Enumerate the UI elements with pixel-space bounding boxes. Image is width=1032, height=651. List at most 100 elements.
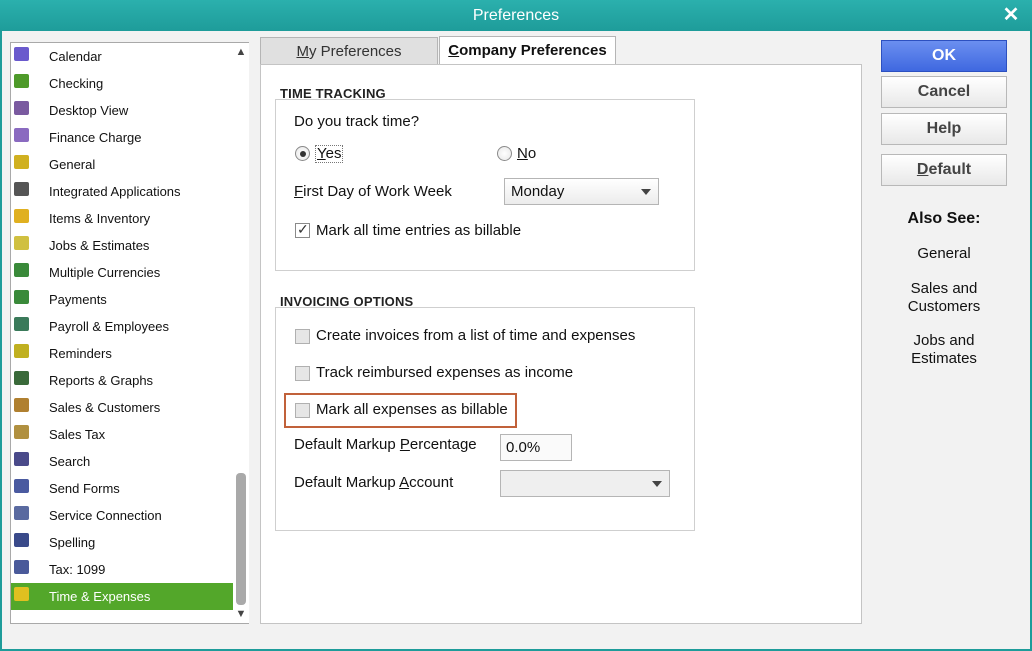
reminders-icon <box>14 344 29 358</box>
inventory-icon <box>14 209 29 223</box>
no-radio-label[interactable]: No <box>517 145 536 162</box>
also-see-heading: Also See: <box>907 210 981 227</box>
title-bar: Preferences ✕ <box>0 0 1032 31</box>
sidebar-item[interactable]: Desktop View <box>11 97 233 124</box>
sidebar-item[interactable]: Tax: 1099 <box>11 556 233 583</box>
yes-radio[interactable] <box>295 146 310 161</box>
sidebar-item-label: Reminders <box>49 346 112 361</box>
create-invoices-label[interactable]: Create invoices from a list of time and … <box>316 327 635 344</box>
category-list-items: Calendar Checking Desktop View Finance Char… <box>11 43 233 623</box>
mark-time-billable-checkbox[interactable] <box>295 221 310 238</box>
also-see-jobs-estimates-link[interactable]: Jobs and Estimates <box>881 332 1007 368</box>
sidebar-item[interactable]: Integrated Applications <box>11 178 233 205</box>
sidebar-item[interactable]: Sales Tax <box>11 421 233 448</box>
sidebar-item[interactable]: Search <box>11 448 233 475</box>
default-mnemonic: D <box>916 161 929 178</box>
sidebar-item[interactable]: Time & Expenses <box>11 583 233 610</box>
sidebar-item[interactable]: Send Forms <box>11 475 233 502</box>
sidebar-item-label: General <box>49 157 96 172</box>
first-day-label: First Day of Work Week <box>294 183 452 200</box>
sidebar-item-label: Reports & Graphs <box>49 373 154 388</box>
tab-my-mnemonic: M <box>296 43 309 60</box>
help-button[interactable]: Help <box>881 113 1007 145</box>
chevron-down-icon <box>652 481 662 487</box>
also-see-sales-customers-link[interactable]: Sales and Customers <box>881 280 1007 316</box>
scroll-down-arrow-icon[interactable]: ▼ <box>235 607 247 621</box>
window-title: Preferences <box>472 7 560 24</box>
scroll-thumb[interactable] <box>236 473 246 605</box>
sidebar-item[interactable]: Checking <box>11 70 233 97</box>
track-reimbursed-checkbox[interactable] <box>295 366 310 381</box>
sidebar-item[interactable]: Finance Charge <box>11 124 233 151</box>
create-invoices-checkbox[interactable] <box>295 329 310 344</box>
also-see-jobs-line1: Jobs and <box>913 332 975 349</box>
sidebar-item[interactable]: Spelling <box>11 529 233 556</box>
markup-acct-text-a: Default Markup <box>294 474 400 491</box>
yes-radio-label[interactable]: Yes <box>315 145 344 163</box>
sidebar-item[interactable]: Sales & Customers <box>11 394 233 421</box>
markup-pct-mnemonic: P <box>399 436 410 453</box>
first-day-mnemonic: F <box>294 183 304 200</box>
cancel-button[interactable]: Cancel <box>881 76 1007 108</box>
scroll-up-arrow-icon[interactable]: ▲ <box>235 45 247 59</box>
sidebar-item-label: Checking <box>49 76 104 91</box>
close-icon[interactable]: ✕ <box>1000 4 1022 26</box>
sidebar-item[interactable]: Calendar <box>11 43 233 70</box>
jobs-icon <box>14 236 29 250</box>
sidebar-item[interactable]: Payroll & Employees <box>11 313 233 340</box>
sidebar-item-label: Time & Expenses <box>49 589 151 604</box>
sidebar-item[interactable]: Items & Inventory <box>11 205 233 232</box>
markup-account-label: Default Markup Account <box>294 474 453 491</box>
sidebar-item[interactable]: Payments <box>11 286 233 313</box>
also-see-jobs-line2: Estimates <box>911 350 977 367</box>
sidebar-item[interactable]: General <box>11 151 233 178</box>
preferences-category-list: Calendar Checking Desktop View Finance Char… <box>10 42 249 624</box>
send-forms-icon <box>14 479 29 493</box>
sidebar-item[interactable]: Reports & Graphs <box>11 367 233 394</box>
sidebar-item-label: Service Connection <box>49 508 162 523</box>
sidebar-item[interactable]: Multiple Currencies <box>11 259 233 286</box>
general-icon <box>14 155 29 169</box>
first-day-label-text: irst Day of Work Week <box>303 183 452 200</box>
calendar-icon <box>14 47 29 61</box>
markup-acct-mnemonic: A <box>399 474 410 491</box>
mark-expenses-billable-checkbox[interactable] <box>295 403 310 418</box>
yes-label-text: es <box>325 145 342 162</box>
sidebar-item-label: Items & Inventory <box>49 211 151 226</box>
tab-company-label: ompany Preferences <box>459 42 607 59</box>
sidebar-scrollbar[interactable]: ▲ ▼ <box>233 43 249 623</box>
first-day-dropdown[interactable]: Monday <box>504 178 659 205</box>
ok-button[interactable]: OK <box>881 40 1007 72</box>
chevron-down-icon <box>641 189 651 195</box>
sidebar-item[interactable]: Service Connection <box>11 502 233 529</box>
sidebar-item-label: Payroll & Employees <box>49 319 169 334</box>
desktop-view-icon <box>14 101 29 115</box>
payroll-icon <box>14 317 29 331</box>
sidebar-item-label: Jobs & Estimates <box>49 238 150 253</box>
tab-my-preferences[interactable]: My Preferences <box>260 37 438 65</box>
first-day-value: Monday <box>511 183 565 200</box>
mark-time-billable-label[interactable]: Mark all time entries as billable <box>316 222 521 239</box>
default-button[interactable]: Default <box>881 154 1007 186</box>
tax-1099-icon <box>14 560 29 574</box>
markup-percentage-input[interactable]: 0.0% <box>500 434 572 461</box>
also-see-general-link[interactable]: General <box>881 245 1007 262</box>
payments-icon <box>14 290 29 304</box>
mark-expenses-billable-label[interactable]: Mark all expenses as billable <box>316 401 508 418</box>
markup-pct-text-a: Default Markup <box>294 436 400 453</box>
markup-percentage-label: Default Markup Percentage <box>294 436 477 453</box>
track-reimbursed-label[interactable]: Track reimbursed expenses as income <box>316 364 573 381</box>
search-icon <box>14 452 29 466</box>
sidebar-item-label: Payments <box>49 292 107 307</box>
tab-company-preferences[interactable]: Company Preferences <box>439 36 616 66</box>
sidebar-item-label: Sales Tax <box>49 427 106 442</box>
yes-mnemonic: Y <box>317 145 326 162</box>
also-see-sales-line2: Customers <box>907 298 981 315</box>
no-radio[interactable] <box>497 146 512 161</box>
tab-my-label: y Preferences <box>308 43 402 60</box>
markup-account-dropdown[interactable] <box>500 470 670 497</box>
sidebar-item[interactable]: Jobs & Estimates <box>11 232 233 259</box>
sidebar-item[interactable]: Reminders <box>11 340 233 367</box>
sales-tax-icon <box>14 425 29 439</box>
percent-icon <box>14 128 29 142</box>
